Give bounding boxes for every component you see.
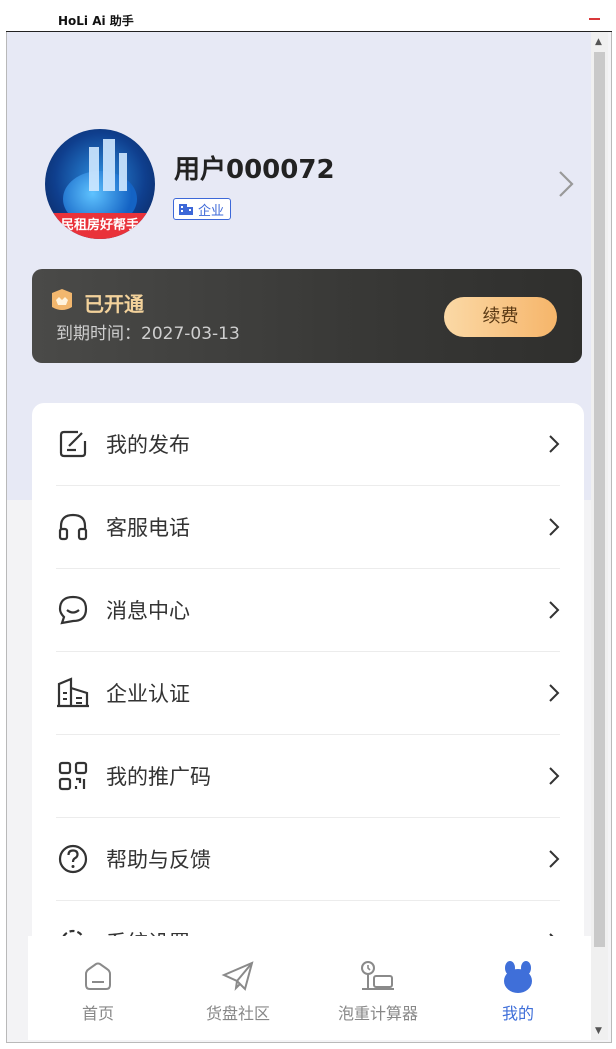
menu-item-promo-code[interactable]: 我的推广码 xyxy=(56,735,560,818)
chevron-right-icon[interactable] xyxy=(557,169,575,203)
tab-home[interactable]: 首页 xyxy=(28,936,168,1040)
home-icon xyxy=(82,960,114,996)
edit-icon xyxy=(56,427,90,461)
chevron-right-icon xyxy=(548,849,560,873)
avatar-tower xyxy=(89,147,99,191)
tab-label: 泡重计算器 xyxy=(337,1004,418,1023)
avatar-tower xyxy=(103,139,115,191)
renew-button[interactable]: 续费 xyxy=(444,297,557,337)
scroll-up-arrow-icon[interactable]: ▲ xyxy=(595,37,602,47)
chevron-right-icon xyxy=(548,766,560,790)
paper-plane-icon xyxy=(221,960,255,996)
tab-label: 首页 xyxy=(81,1004,114,1023)
bottom-tab-bar: 首页 货盘社区 泡重计算器 我的 xyxy=(28,936,591,1040)
enterprise-badge: 企业 xyxy=(173,198,232,220)
tab-label: 我的 xyxy=(501,1004,534,1023)
chevron-right-icon xyxy=(548,600,560,624)
chevron-right-icon xyxy=(548,517,560,541)
chevron-right-icon xyxy=(548,683,560,707)
menu-item-label: 我的推广码 xyxy=(106,765,211,789)
avatar[interactable]: 民租房好帮手 xyxy=(45,129,155,239)
menu-item-label: 企业认证 xyxy=(106,682,190,706)
building-icon xyxy=(56,676,90,710)
vertical-scrollbar[interactable]: ▲ ▼ xyxy=(591,32,608,1040)
vip-card: 已开通 到期时间：2027-03-13 续费 xyxy=(32,269,582,363)
badge-label: 企业 xyxy=(198,203,225,219)
qrcode-icon xyxy=(56,759,90,793)
tab-calculator[interactable]: 泡重计算器 xyxy=(308,936,448,1040)
building-badge-icon xyxy=(178,202,194,216)
tab-community[interactable]: 货盘社区 xyxy=(168,936,308,1040)
scale-icon xyxy=(359,960,397,998)
scrollbar-thumb[interactable] xyxy=(594,52,605,947)
help-icon xyxy=(56,842,90,876)
window-title: HoLi Ai 助手 xyxy=(58,14,134,28)
profile-bear-icon xyxy=(501,960,535,998)
menu-item-help-feedback[interactable]: 帮助与反馈 xyxy=(56,818,560,901)
headphones-icon xyxy=(56,510,90,544)
menu-item-message-center[interactable]: 消息中心 xyxy=(56,569,560,652)
minimize-button[interactable] xyxy=(589,18,600,20)
crown-icon xyxy=(49,287,75,317)
username: 用户000072 xyxy=(174,155,335,185)
menu-item-label: 客服电话 xyxy=(106,516,190,540)
vip-expiry: 到期时间：2027-03-13 xyxy=(56,324,240,344)
menu-item-enterprise-verification[interactable]: 企业认证 xyxy=(56,652,560,735)
scroll-down-arrow-icon[interactable]: ▼ xyxy=(595,1026,602,1036)
tab-label: 货盘社区 xyxy=(205,1004,270,1023)
menu-item-customer-service[interactable]: 客服电话 xyxy=(56,486,560,569)
app-content: 民租房好帮手 用户000072 企业 已开通 到期时间：2027-03-13 续… xyxy=(7,32,591,1040)
avatar-tower xyxy=(119,153,127,191)
chevron-right-icon xyxy=(548,434,560,458)
menu-item-label: 我的发布 xyxy=(106,433,190,457)
menu-item-my-posts[interactable]: 我的发布 xyxy=(56,403,560,486)
menu-item-label: 帮助与反馈 xyxy=(106,848,211,872)
title-bar: HoLi Ai 助手 xyxy=(6,5,612,32)
vip-status: 已开通 xyxy=(84,292,144,316)
menu-item-label: 消息中心 xyxy=(106,599,190,623)
tab-profile[interactable]: 我的 xyxy=(448,936,588,1040)
chat-bubble-icon xyxy=(56,593,90,627)
avatar-banner: 民租房好帮手 xyxy=(45,213,155,239)
